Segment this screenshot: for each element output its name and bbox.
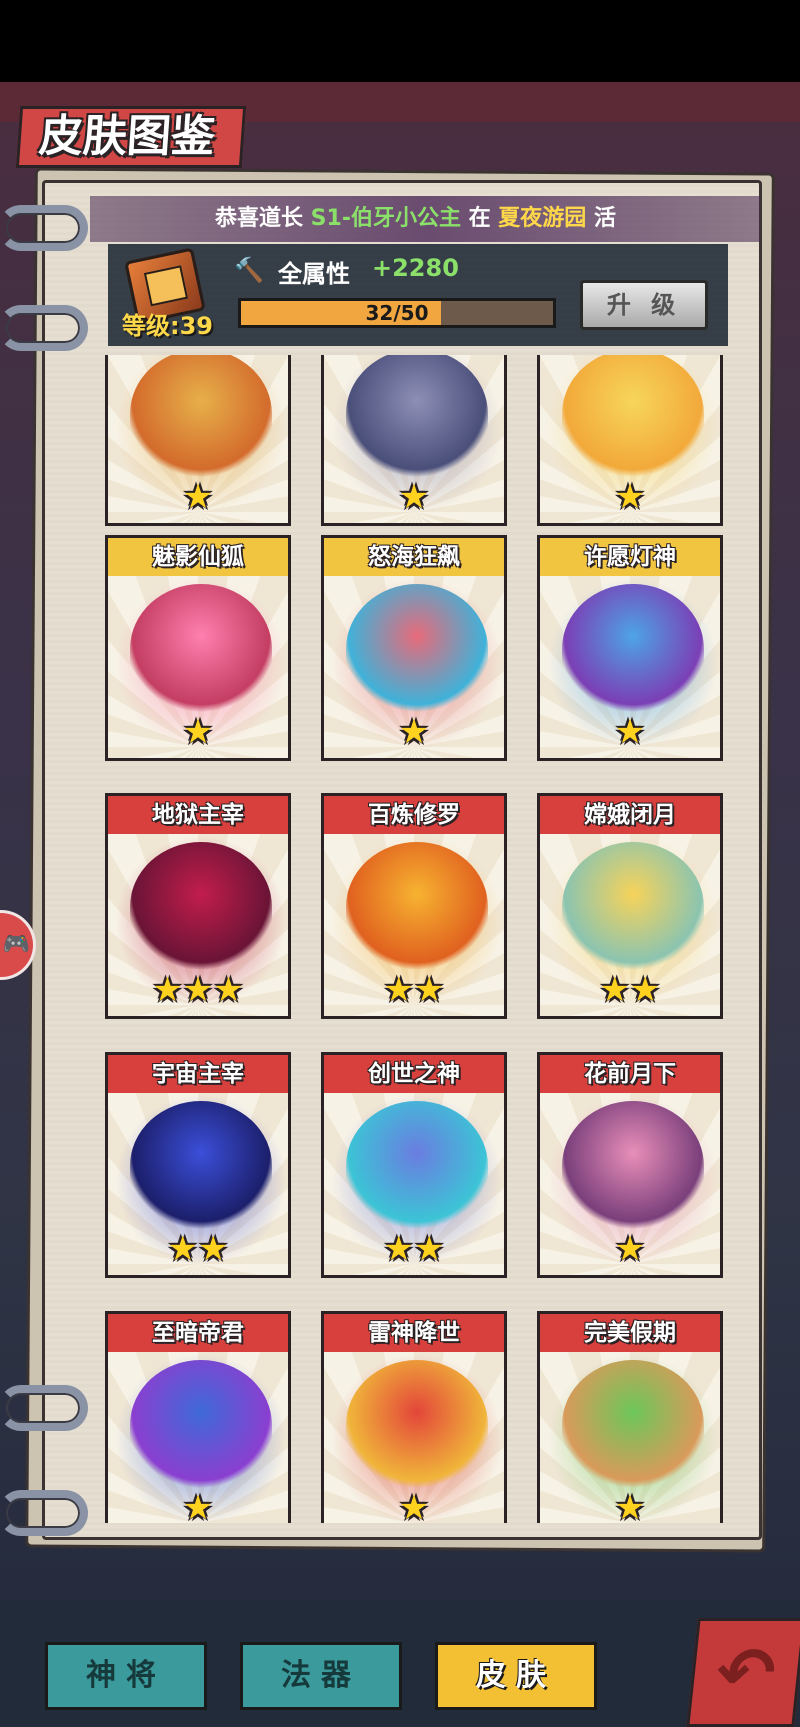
skin-card[interactable]: 怒海狂飙 ★ bbox=[321, 535, 507, 761]
status-bar bbox=[0, 0, 800, 82]
skin-grid[interactable]: ★ ★ ★ 魅影仙狐 ★ 怒海狂飙 ★ 许愿灯神 ★ 地狱主宰 ★★★ 百炼修罗 ★★ 嫦娥闭月 ★★ 宇宙主… bbox=[100, 355, 730, 1523]
skin-name: 百炼修罗 bbox=[324, 796, 504, 834]
attribute-icon: 🔨 bbox=[234, 256, 264, 284]
skin-card[interactable]: ★ bbox=[537, 355, 723, 526]
page-title: 皮肤图鉴 bbox=[15, 106, 247, 168]
skin-name: 许愿灯神 bbox=[540, 538, 720, 576]
star-rating: ★★ bbox=[599, 970, 661, 1010]
upgrade-button[interactable]: 升 级 bbox=[580, 280, 708, 330]
skin-character-art bbox=[346, 1101, 488, 1231]
star-rating: ★ bbox=[398, 477, 430, 517]
star-rating: ★ bbox=[398, 1488, 430, 1523]
skin-character-art bbox=[562, 1360, 704, 1490]
star-rating: ★ bbox=[614, 477, 646, 517]
skin-name: 魅影仙狐 bbox=[108, 538, 288, 576]
skin-character-art bbox=[346, 1360, 488, 1490]
level-panel: 等级:39 🔨 全属性 +2280 32/50 升 级 bbox=[108, 244, 728, 346]
skin-character-art bbox=[130, 1360, 272, 1490]
skin-character-art bbox=[130, 1101, 272, 1231]
skin-name: 宇宙主宰 bbox=[108, 1055, 288, 1093]
announcement-place: 夏夜游园 bbox=[498, 206, 587, 231]
skin-card[interactable]: 宇宙主宰 ★★ bbox=[105, 1052, 291, 1278]
skin-name: 雷神降世 bbox=[324, 1314, 504, 1352]
star-rating: ★ bbox=[614, 1488, 646, 1523]
skin-name: 创世之神 bbox=[324, 1055, 504, 1093]
skin-character-art bbox=[130, 584, 272, 714]
level-label: 等级:39 bbox=[122, 312, 213, 340]
announcement-mid: 在 bbox=[460, 206, 499, 231]
skin-card[interactable]: 地狱主宰 ★★★ bbox=[105, 793, 291, 1019]
skin-name: 怒海狂飙 bbox=[324, 538, 504, 576]
attribute-label: 全属性 bbox=[278, 260, 350, 288]
star-rating: ★★ bbox=[383, 970, 445, 1010]
star-rating: ★ bbox=[614, 1229, 646, 1269]
skin-name: 至暗帝君 bbox=[108, 1314, 288, 1352]
star-rating: ★★ bbox=[167, 1229, 229, 1269]
skin-card[interactable]: ★ bbox=[321, 355, 507, 526]
skin-card[interactable]: 花前月下 ★ bbox=[537, 1052, 723, 1278]
skin-character-art bbox=[346, 842, 488, 972]
star-rating: ★ bbox=[182, 712, 214, 752]
ring-icon bbox=[0, 205, 88, 251]
star-rating: ★ bbox=[398, 712, 430, 752]
star-rating: ★ bbox=[614, 712, 646, 752]
skin-card[interactable]: 雷神降世 ★ bbox=[321, 1311, 507, 1523]
announcement-prefix: 恭喜道长 bbox=[215, 206, 311, 231]
skin-character-art bbox=[346, 355, 488, 479]
skin-card[interactable]: 创世之神 ★★ bbox=[321, 1052, 507, 1278]
ring-icon bbox=[0, 1490, 88, 1536]
skin-card[interactable]: 魅影仙狐 ★ bbox=[105, 535, 291, 761]
ring-icon bbox=[0, 1385, 88, 1431]
skin-character-art bbox=[346, 584, 488, 714]
skin-card[interactable]: 嫦娥闭月 ★★ bbox=[537, 793, 723, 1019]
announcement-marquee: 恭喜道长 S1-伯牙小公主 在 夏夜游园 活 bbox=[90, 196, 760, 242]
screen: 皮肤图鉴 恭喜道长 S1-伯牙小公主 在 夏夜游园 活 等级:39 🔨 全属性 … bbox=[0, 0, 800, 1727]
attribute-value: +2280 bbox=[372, 254, 459, 282]
skin-character-art bbox=[130, 842, 272, 972]
skin-card[interactable]: 许愿灯神 ★ bbox=[537, 535, 723, 761]
skin-card[interactable]: 至暗帝君 ★ bbox=[105, 1311, 291, 1523]
skin-character-art bbox=[130, 355, 272, 479]
level-progress-bar: 32/50 bbox=[238, 298, 556, 328]
skin-name: 嫦娥闭月 bbox=[540, 796, 720, 834]
announcement-tail: 活 bbox=[586, 206, 616, 231]
star-rating: ★★★ bbox=[152, 970, 244, 1010]
ring-icon bbox=[0, 305, 88, 351]
tab-skins[interactable]: 皮肤 bbox=[435, 1642, 597, 1710]
skin-name: 花前月下 bbox=[540, 1055, 720, 1093]
star-rating: ★★ bbox=[383, 1229, 445, 1269]
level-progress-text: 32/50 bbox=[365, 301, 429, 325]
return-arrow-icon[interactable]: ↶ bbox=[686, 1618, 800, 1727]
skin-card[interactable]: ★ bbox=[105, 355, 291, 526]
skin-name: 完美假期 bbox=[540, 1314, 720, 1352]
skin-character-art bbox=[562, 842, 704, 972]
tab-artifacts[interactable]: 法器 bbox=[240, 1642, 402, 1710]
skin-card[interactable]: 完美假期 ★ bbox=[537, 1311, 723, 1523]
skin-character-art bbox=[562, 1101, 704, 1231]
skin-character-art bbox=[562, 355, 704, 479]
skin-character-art bbox=[562, 584, 704, 714]
star-rating: ★ bbox=[182, 1488, 214, 1523]
skin-card[interactable]: 百炼修罗 ★★ bbox=[321, 793, 507, 1019]
skin-name: 地狱主宰 bbox=[108, 796, 288, 834]
announcement-skin: S1-伯牙小公主 bbox=[310, 206, 461, 231]
tab-generals[interactable]: 神将 bbox=[45, 1642, 207, 1710]
star-rating: ★ bbox=[182, 477, 214, 517]
